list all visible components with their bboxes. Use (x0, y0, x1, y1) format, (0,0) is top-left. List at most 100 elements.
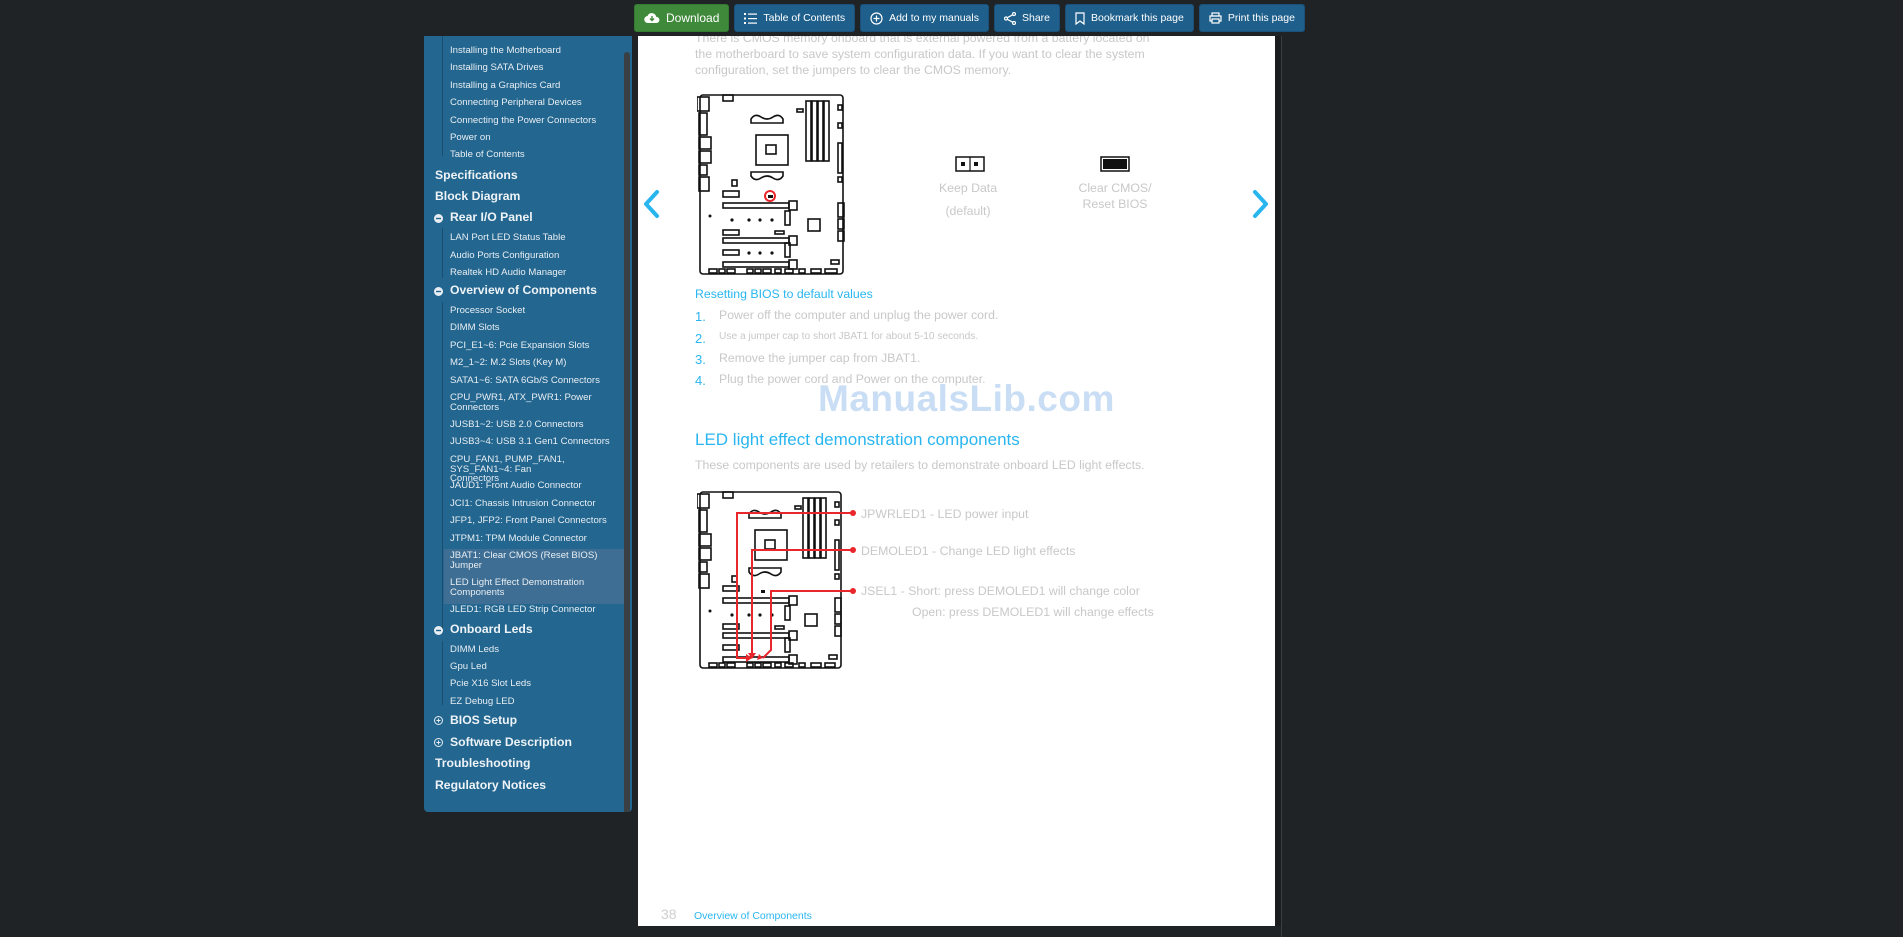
download-button[interactable]: Download (634, 4, 730, 32)
previous-page-arrow-icon[interactable] (642, 188, 662, 220)
sidebar-item-tpm-module[interactable]: JTPM1: TPM Module Connector (450, 534, 626, 544)
share-button[interactable]: Share (993, 4, 1061, 32)
add-to-my-manuals-button[interactable]: Add to my manuals (860, 4, 989, 32)
step-number-3: 3. (695, 352, 706, 367)
sidebar-item-dimm-slots[interactable]: DIMM Slots (450, 323, 626, 333)
sidebar-item-onboard-leds[interactable]: Onboard Leds (450, 623, 533, 635)
sidebar-item-installing-motherboard[interactable]: Installing the Motherboard (450, 46, 626, 56)
sidebar-item-connecting-peripherals[interactable]: Connecting Peripheral Devices (450, 98, 626, 108)
sidebar-item-troubleshooting[interactable]: Troubleshooting (435, 757, 530, 769)
sidebar-item-gpu-led[interactable]: Gpu Led (450, 662, 626, 672)
sidebar-item-jled1[interactable]: JLED1: RGB LED Strip Connector (450, 605, 626, 615)
motherboard-diagram-led-demo (697, 491, 847, 669)
step-number-1: 1. (695, 309, 706, 324)
sidebar-item-overview-of-components[interactable]: Overview of Components (450, 284, 597, 296)
led-label-jsel1-short: JSEL1 - Short: press DEMOLED1 will chang… (861, 584, 1140, 598)
intro-line-3: configuration, set the jumpers to clear … (695, 63, 1012, 77)
sidebar-item-jbat1-clear-cmos[interactable]: JBAT1: Clear CMOS (Reset BIOS) Jumper (450, 551, 600, 570)
sidebar-item-sata-connectors[interactable]: SATA1~6: SATA 6Gb/S Connectors (450, 376, 626, 386)
sidebar-item-led-light-effect[interactable]: LED Light Effect Demonstration Component… (450, 578, 600, 597)
sidebar-item-block-diagram[interactable]: Block Diagram (435, 190, 520, 202)
sidebar-item-front-audio[interactable]: JAUD1: Front Audio Connector (450, 481, 626, 491)
sidebar-item-power-connectors[interactable]: CPU_PWR1, ATX_PWR1: Power Connectors (450, 393, 600, 412)
sidebar-item-realtek-audio[interactable]: Realtek HD Audio Manager (450, 268, 626, 278)
toolbar: Download Table of Contents Add to my man… (634, 4, 1305, 32)
step-text-1: Power off the computer and unplug the po… (719, 308, 999, 322)
viewer-divider (1281, 36, 1282, 937)
sidebar-item-dimm-leds[interactable]: DIMM Leds (450, 645, 626, 655)
sidebar-item-rear-io-panel[interactable]: Rear I/O Panel (450, 211, 533, 223)
page-number: 38 (661, 906, 677, 922)
bookmark-page-label: Bookmark this page (1091, 12, 1184, 24)
sidebar-item-chassis-intrusion[interactable]: JCI1: Chassis Intrusion Connector (450, 499, 626, 509)
sidebar-item-pcie-slot-leds[interactable]: Pcie X16 Slot Leds (450, 679, 626, 689)
tree-line (442, 302, 443, 632)
led-callout-dots (846, 510, 856, 594)
step-number-4: 4. (695, 373, 706, 388)
plus-circle-icon (870, 11, 883, 25)
print-page-button[interactable]: Print this page (1198, 4, 1305, 32)
motherboard-diagram-jbat1 (697, 94, 845, 275)
collapse-icon[interactable] (434, 626, 443, 635)
table-of-contents-label: Table of Contents (763, 12, 846, 24)
print-page-label: Print this page (1227, 12, 1295, 24)
table-of-contents-sidebar: Connecting the Front Panel Header Instal… (424, 30, 632, 812)
sidebar-item-software-description[interactable]: Software Description (450, 736, 572, 748)
led-callout-lines (736, 512, 847, 659)
share-icon (1003, 11, 1016, 25)
clear-cmos-label: Clear CMOS/ (1078, 181, 1152, 195)
sidebar-item-lan-port-led[interactable]: LAN Port LED Status Table (450, 233, 626, 243)
keep-data-label: Keep Data (938, 181, 998, 195)
led-section-description: These components are used by retailers t… (695, 458, 1145, 472)
sidebar-item-processor-socket[interactable]: Processor Socket (450, 306, 626, 316)
printer-icon (1209, 12, 1222, 24)
sidebar-item-usb3-connectors[interactable]: JUSB3~4: USB 3.1 Gen1 Connectors (450, 437, 626, 447)
share-label: Share (1021, 12, 1051, 24)
sidebar-item-regulatory-notices[interactable]: Regulatory Notices (435, 779, 546, 791)
led-label-jpwrled1: JPWRLED1 - LED power input (861, 507, 1029, 521)
sidebar-item-bios-setup[interactable]: BIOS Setup (450, 714, 517, 726)
footer-section-link[interactable]: Overview of Components (694, 908, 812, 924)
sidebar-item-pcie-slots[interactable]: PCI_E1~6: Pcie Expansion Slots (450, 341, 626, 351)
add-to-my-manuals-label: Add to my manuals (889, 12, 979, 24)
keep-data-default-label: (default) (945, 204, 991, 218)
jumper-open-icon (955, 156, 985, 172)
led-label-demoled1: DEMOLED1 - Change LED light effects (861, 544, 1076, 558)
sidebar-item-specifications[interactable]: Specifications (435, 169, 518, 181)
sidebar-item-installing-graphics[interactable]: Installing a Graphics Card (450, 81, 626, 91)
tree-line (442, 641, 443, 705)
next-page-arrow-icon[interactable] (1250, 188, 1270, 220)
collapse-icon[interactable] (434, 214, 443, 223)
sidebar-item-installing-sata[interactable]: Installing SATA Drives (450, 63, 626, 73)
sidebar-item-audio-ports[interactable]: Audio Ports Configuration (450, 251, 626, 261)
sidebar-item-table-of-contents[interactable]: Table of Contents (450, 150, 626, 160)
bookmark-page-button[interactable]: Bookmark this page (1065, 4, 1194, 32)
manualslib-watermark: ManualsLib.com (818, 378, 1115, 419)
table-of-contents-button[interactable]: Table of Contents (734, 4, 856, 32)
board-outline (699, 94, 844, 275)
jumper-closed-icon (1100, 156, 1130, 172)
intro-line-2: the motherboard to save system configura… (695, 47, 1145, 61)
sidebar-item-power-on[interactable]: Power on (450, 133, 626, 143)
reset-bios-label: Reset BIOS (1082, 197, 1148, 211)
sidebar-item-usb2-connectors[interactable]: JUSB1~2: USB 2.0 Connectors (450, 420, 626, 430)
step-text-2: Use a jumper cap to short JBAT1 for abou… (719, 331, 979, 342)
list-icon (744, 12, 758, 24)
cloud-download-icon (644, 13, 660, 24)
expand-icon[interactable] (434, 716, 443, 725)
sidebar-item-m2-slots[interactable]: M2_1~2: M.2 Slots (Key M) (450, 358, 626, 368)
led-label-jsel1-open: Open: press DEMOLED1 will change effects (912, 605, 1154, 619)
tree-line (442, 30, 443, 156)
download-label: Download (666, 11, 720, 25)
reset-heading: Resetting BIOS to default values (695, 287, 873, 301)
collapse-icon[interactable] (434, 287, 443, 296)
led-section-heading: LED light effect demonstration component… (695, 430, 1020, 449)
step-text-3: Remove the jumper cap from JBAT1. (719, 351, 921, 365)
jbat1-jumper (768, 195, 773, 198)
sidebar-item-ez-debug-led[interactable]: EZ Debug LED (450, 697, 626, 707)
sidebar-item-front-panel[interactable]: JFP1, JFP2: Front Panel Connectors (450, 516, 626, 526)
tree-line (442, 228, 443, 278)
expand-icon[interactable] (434, 738, 443, 747)
sidebar-item-connecting-power[interactable]: Connecting the Power Connectors (450, 116, 626, 126)
sidebar-scrollbar[interactable] (624, 52, 630, 812)
